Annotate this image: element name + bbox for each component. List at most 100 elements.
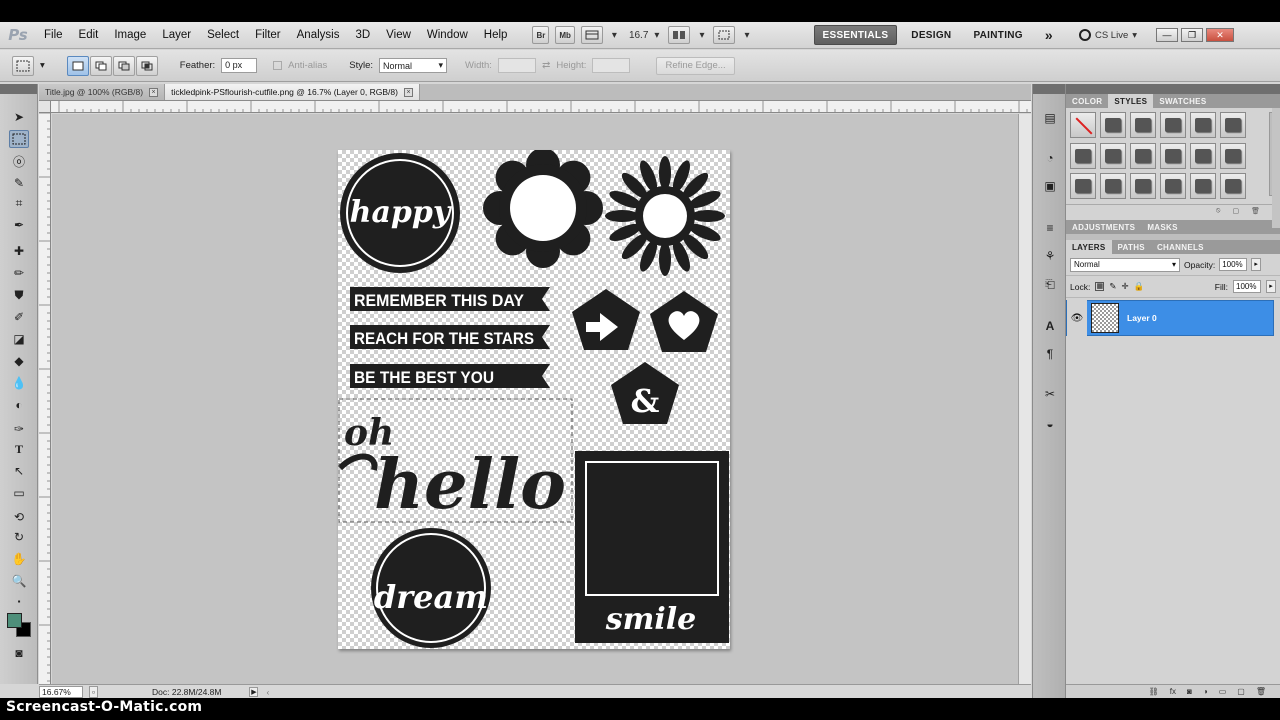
- tab-adjustments[interactable]: ADJUSTMENTS: [1066, 220, 1141, 234]
- arrange-documents-button[interactable]: [668, 26, 691, 44]
- mini-bridge-button[interactable]: Mb: [555, 26, 575, 44]
- default-colors-icon[interactable]: ▪: [9, 592, 29, 610]
- screen-mode-button[interactable]: [713, 26, 736, 44]
- cs-live-menu[interactable]: CS Live ▾: [1073, 29, 1143, 41]
- style-swatch[interactable]: [1100, 112, 1126, 138]
- style-swatch[interactable]: [1160, 142, 1186, 169]
- style-select[interactable]: Normal ▾: [379, 58, 448, 73]
- lock-image-icon[interactable]: ✎: [1109, 281, 1116, 292]
- horizontal-ruler[interactable]: [51, 101, 1031, 113]
- menu-filter[interactable]: Filter: [247, 22, 289, 49]
- type-tool-icon[interactable]: T: [9, 440, 29, 458]
- menu-file[interactable]: File: [36, 22, 71, 49]
- menu-window[interactable]: Window: [419, 22, 476, 49]
- tab-layers[interactable]: LAYERS: [1066, 240, 1112, 254]
- adjustment-layer-icon[interactable]: ◑: [1203, 687, 1208, 696]
- workspace-painting[interactable]: PAINTING: [965, 25, 1030, 45]
- opacity-slider-arrow-icon[interactable]: ▸: [1251, 258, 1262, 271]
- add-selection-button[interactable]: [89, 55, 112, 76]
- new-group-icon[interactable]: ▭: [1219, 687, 1227, 696]
- close-tab-icon[interactable]: ×: [149, 87, 159, 97]
- history-brush-tool-icon[interactable]: ✐: [9, 308, 29, 326]
- tool-presets-panel-icon[interactable]: ⎗: [1041, 276, 1059, 292]
- menu-layer[interactable]: Layer: [154, 22, 199, 49]
- style-swatch[interactable]: [1220, 112, 1246, 138]
- minimize-button[interactable]: —: [1156, 28, 1179, 42]
- brush-presets-panel-icon[interactable]: ≡: [1041, 220, 1059, 236]
- menu-3d[interactable]: 3D: [347, 22, 378, 49]
- blur-tool-icon[interactable]: 💧: [9, 374, 29, 392]
- subtract-selection-button[interactable]: [112, 55, 135, 76]
- tab-paths[interactable]: PATHS: [1112, 240, 1151, 254]
- refine-edge-button[interactable]: Refine Edge...: [656, 56, 735, 75]
- menu-select[interactable]: Select: [199, 22, 247, 49]
- tab-channels[interactable]: CHANNELS: [1151, 240, 1210, 254]
- document-canvas[interactable]: happy REMEMBER THIS DAY REACH FOR THE ST…: [338, 150, 730, 649]
- delete-style-icon[interactable]: 🗑: [1251, 207, 1260, 215]
- style-swatch[interactable]: [1190, 112, 1216, 138]
- menu-edit[interactable]: Edit: [71, 22, 107, 49]
- actions-panel-icon[interactable]: ◔: [1041, 150, 1059, 166]
- panels-scrollbar[interactable]: [1272, 108, 1280, 228]
- clear-style-icon[interactable]: ⦸: [1216, 207, 1221, 215]
- style-swatch[interactable]: [1070, 142, 1096, 169]
- tab-color[interactable]: COLOR: [1066, 94, 1108, 108]
- width-input[interactable]: [497, 58, 536, 73]
- screen-mode-chevron-icon[interactable]: ▾: [738, 30, 755, 41]
- hand-tool-icon[interactable]: ✋: [9, 550, 29, 568]
- tab-cutfile-png[interactable]: tickledpink-PSflourish-cutfile.png @ 16.…: [165, 84, 420, 100]
- layer-visibility-eye-icon[interactable]: 👁: [1067, 300, 1087, 336]
- feather-input[interactable]: 0 px: [221, 58, 258, 73]
- measurement-panel-icon[interactable]: ◒: [1041, 416, 1059, 432]
- rectangle-tool-icon[interactable]: ▭: [9, 484, 29, 502]
- close-tab-icon[interactable]: ×: [403, 87, 413, 97]
- style-swatch[interactable]: [1160, 112, 1186, 138]
- dodge-tool-icon[interactable]: ◐: [9, 396, 29, 414]
- status-menu-arrow-icon[interactable]: ▶: [249, 686, 259, 697]
- workspace-essentials[interactable]: ESSENTIALS: [813, 25, 898, 45]
- add-mask-icon[interactable]: ◙: [1187, 687, 1192, 696]
- height-input[interactable]: [592, 58, 631, 73]
- style-swatch[interactable]: [1220, 173, 1246, 200]
- more-workspaces-icon[interactable]: »: [1037, 25, 1061, 45]
- preset-chevron-icon[interactable]: ▾: [40, 60, 45, 71]
- vertical-scrollbar[interactable]: [1018, 114, 1031, 684]
- opacity-field[interactable]: 100%: [1219, 258, 1248, 271]
- view-extras-button[interactable]: [580, 26, 603, 44]
- style-swatch[interactable]: [1100, 142, 1126, 169]
- style-swatch[interactable]: [1160, 173, 1186, 200]
- menu-image[interactable]: Image: [106, 22, 154, 49]
- tab-title-jpg[interactable]: Title.jpg @ 100% (RGB/8) ×: [39, 84, 166, 100]
- brush-tool-icon[interactable]: ✏: [9, 264, 29, 282]
- blend-mode-select[interactable]: Normal ▾: [1070, 257, 1180, 272]
- tab-masks[interactable]: MASKS: [1141, 220, 1183, 234]
- crop-tool-icon[interactable]: ⌗: [9, 194, 29, 212]
- zoom-level-select[interactable]: 16.7 ▾: [623, 30, 666, 41]
- paragraph-panel-icon[interactable]: ¶: [1041, 346, 1059, 362]
- clone-stamp-tool-icon[interactable]: ⛊: [9, 286, 29, 304]
- workspace-design[interactable]: DESIGN: [903, 25, 959, 45]
- style-swatch[interactable]: [1130, 142, 1156, 169]
- marquee-tool-icon[interactable]: [9, 130, 29, 148]
- restore-button[interactable]: ❐: [1181, 28, 1204, 42]
- close-window-button[interactable]: ✕: [1206, 28, 1235, 42]
- menu-analysis[interactable]: Analysis: [289, 22, 348, 49]
- menu-help[interactable]: Help: [476, 22, 516, 49]
- 3d-panel-icon[interactable]: ✂: [1041, 386, 1059, 402]
- move-tool-icon[interactable]: ➤: [9, 108, 29, 126]
- style-swatch[interactable]: [1190, 142, 1216, 169]
- new-layer-icon[interactable]: ▢: [1237, 687, 1245, 696]
- zoom-tool-icon[interactable]: 🔍: [9, 572, 29, 590]
- menu-view[interactable]: View: [378, 22, 419, 49]
- intersect-selection-button[interactable]: [135, 55, 158, 76]
- chevron-down-icon[interactable]: ▾: [606, 30, 623, 41]
- arrange-chevron-icon[interactable]: ▾: [693, 30, 710, 41]
- fill-slider-arrow-icon[interactable]: ▸: [1266, 280, 1276, 293]
- style-swatch[interactable]: [1070, 173, 1096, 200]
- style-swatch[interactable]: [1190, 173, 1216, 200]
- paint-bucket-tool-icon[interactable]: ◆: [9, 352, 29, 370]
- pen-tool-icon[interactable]: ✑: [9, 420, 29, 438]
- clone-source-panel-icon[interactable]: ⚘: [1041, 248, 1059, 264]
- quick-selection-tool-icon[interactable]: ✎: [9, 174, 29, 192]
- lock-position-icon[interactable]: ✛: [1121, 281, 1128, 292]
